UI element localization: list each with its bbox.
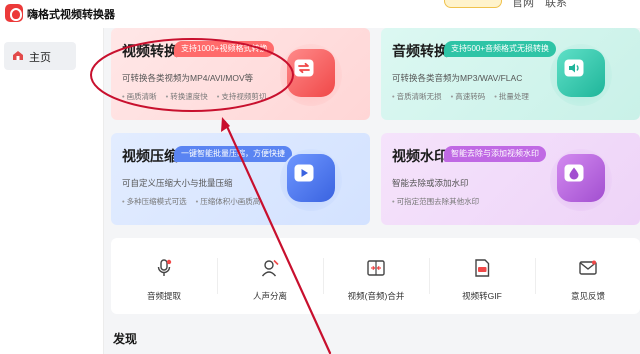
tools-panel: 音频提取 人声分离 视频(音频)合并 视频转GIF 意见反馈: [111, 238, 640, 314]
card-title: 视频压缩: [122, 148, 178, 164]
card-description: 可转换各类音频为MP3/WAV/FLAC: [392, 73, 523, 83]
card-audio-convert[interactable]: 音频转换 支持500+音频格式无损转换 可转换各类音频为MP3/WAV/FLAC…: [381, 28, 640, 120]
card-description: 可转换各类视频为MP4/AVI/MOV等: [122, 73, 254, 83]
card-title: 视频水印: [392, 148, 448, 164]
card-features: 音质清晰无损高速转码批量处理: [392, 91, 538, 102]
feature-item: 批量处理: [494, 92, 529, 101]
card-tag: 支持500+音频格式无损转换: [444, 41, 557, 57]
card-tag: 一键智能批量压缩，方便快捷: [174, 146, 292, 162]
tool-label: 人声分离: [252, 291, 287, 301]
title-bar: 嗨格式视频转换器 官网 联系: [0, 0, 640, 28]
video-convert-icon: [280, 44, 342, 106]
feature-item: 多种压缩模式可选: [122, 197, 187, 206]
audio-extract-icon: [154, 258, 174, 278]
feature-item: 音质清晰无损: [392, 92, 442, 101]
card-description: 可自定义压缩大小与批量压缩: [122, 178, 233, 188]
card-tag: 智能去除与添加视频水印: [444, 146, 546, 162]
card-video-watermark[interactable]: 视频水印 智能去除与添加视频水印 智能去除或添加水印 可指定范围去除其他水印: [381, 133, 640, 225]
sidebar-item-home[interactable]: 主页: [4, 42, 76, 70]
tool-label: 音频提取: [146, 291, 181, 301]
feature-item: 支持视频剪切: [217, 92, 267, 101]
tool-label: 意见反馈: [570, 291, 605, 301]
card-video-compress[interactable]: 视频压缩 一键智能批量压缩，方便快捷 可自定义压缩大小与批量压缩 多种压缩模式可…: [111, 133, 370, 225]
tool-label: 视频转GIF: [462, 291, 502, 301]
tool-video-to-gif[interactable]: 视频转GIF: [429, 238, 535, 314]
tool-merge[interactable]: 视频(音频)合并: [323, 238, 429, 314]
card-features: 画质清晰转换速度快支持视频剪切: [122, 91, 275, 102]
sidebar-item-label: 主页: [29, 52, 51, 64]
tool-feedback[interactable]: 意见反馈: [535, 238, 640, 314]
card-features: 可指定范围去除其他水印: [392, 196, 488, 207]
top-link-contact[interactable]: 联系: [545, 0, 567, 10]
gif-icon: [472, 258, 492, 278]
vocal-separate-icon: [260, 258, 280, 278]
feature-item: 转换速度快: [166, 92, 208, 101]
section-title-discover: 发现: [113, 332, 138, 346]
card-title: 音频转换: [392, 43, 448, 59]
feature-item: 压缩体积小画质高: [196, 197, 261, 206]
card-title: 视频转换: [122, 43, 178, 59]
feature-item: 可指定范围去除其他水印: [392, 197, 479, 206]
app-logo-icon: [5, 4, 23, 22]
tool-audio-extract[interactable]: 音频提取: [111, 238, 217, 314]
card-features: 多种压缩模式可选压缩体积小画质高: [122, 196, 269, 207]
sidebar: 主页: [0, 28, 104, 354]
card-video-convert[interactable]: 视频转换 支持1000+视频格式转换 可转换各类视频为MP4/AVI/MOV等 …: [111, 28, 370, 120]
audio-convert-icon: [550, 44, 612, 106]
card-description: 智能去除或添加水印: [392, 178, 469, 188]
feature-item: 高速转码: [451, 92, 486, 101]
card-tag: 支持1000+视频格式转换: [174, 41, 275, 57]
app-title: 嗨格式视频转换器: [27, 9, 115, 21]
merge-icon: [366, 258, 386, 278]
tool-label: 视频(音频)合并: [347, 291, 405, 301]
home-icon: [12, 50, 24, 61]
video-compress-icon: [280, 149, 342, 211]
watermark-icon: [550, 149, 612, 211]
top-link-website[interactable]: 官网: [512, 0, 534, 10]
feature-item: 画质清晰: [122, 92, 157, 101]
vip-badge[interactable]: [444, 0, 502, 8]
tool-vocal-separate[interactable]: 人声分离: [217, 238, 323, 314]
feedback-icon: [578, 258, 598, 278]
